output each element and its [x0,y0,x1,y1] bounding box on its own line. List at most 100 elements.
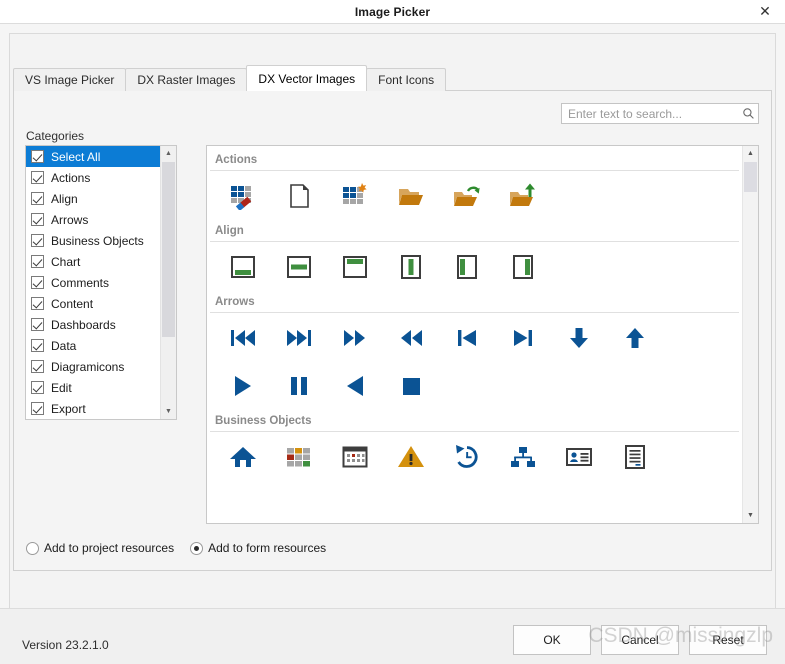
arrow-down-icon[interactable] [551,319,607,357]
category-label: Data [51,338,77,353]
new-icon[interactable] [327,177,383,215]
ok-button[interactable]: OK [513,625,591,655]
checkbox-icon[interactable] [31,276,44,289]
radio-icon-selected[interactable] [190,541,204,555]
category-item-edit[interactable]: Edit [26,377,160,398]
category-label: Export [51,401,86,416]
home-icon[interactable] [215,438,271,476]
category-item-export[interactable]: Export [26,398,160,419]
scrollbar-thumb[interactable] [744,162,757,192]
triangle-up-icon[interactable]: ▲ [743,146,758,161]
align-top-icon[interactable] [327,248,383,286]
stop-icon[interactable] [383,367,439,405]
search-box[interactable] [561,103,759,124]
checkbox-icon[interactable] [31,192,44,205]
window-title: Image Picker [354,4,431,19]
checkbox-icon[interactable] [31,402,44,415]
gallery-group-header-arrows: Arrows [210,290,739,313]
category-item-data[interactable]: Data [26,335,160,356]
gallery-scroll-area: Actions Align Arrows Business Objects [207,146,742,523]
category-item-select-all[interactable]: Select All [26,146,160,167]
history-icon[interactable] [439,438,495,476]
reset-button[interactable]: Reset [689,625,767,655]
category-label: Arrows [51,212,89,227]
checkbox-icon[interactable] [31,234,44,247]
play-back-icon[interactable] [327,367,383,405]
new-document-icon[interactable] [271,177,327,215]
title-bar: Image Picker ✕ [0,0,785,24]
category-item-diagramicons[interactable]: Diagramicons [26,356,160,377]
radio-add-to-form-resources[interactable]: Add to form resources [190,541,326,555]
hierarchy-icon[interactable] [495,438,551,476]
arrow-up-icon[interactable] [607,319,663,357]
category-item-content[interactable]: Content [26,293,160,314]
checkbox-icon[interactable] [31,297,44,310]
category-item-align[interactable]: Align [26,188,160,209]
triangle-up-icon[interactable]: ▲ [161,146,176,161]
category-label: Business Objects [51,233,144,248]
checkbox-icon[interactable] [31,255,44,268]
tab-vs-image-picker[interactable]: VS Image Picker [13,68,127,91]
cancel-button[interactable]: Cancel [601,625,679,655]
category-label: Align [51,191,78,206]
tab-dx-vector-images[interactable]: DX Vector Images [246,65,368,91]
search-input[interactable] [562,106,738,121]
tab-content-panel: Categories Select All Actions Align [13,90,772,571]
warning-icon[interactable] [383,438,439,476]
checkbox-icon[interactable] [31,213,44,226]
gallery-row [207,242,742,290]
pause-icon[interactable] [271,367,327,405]
align-bottom-icon[interactable] [215,248,271,286]
align-right-icon[interactable] [495,248,551,286]
contact-card-icon[interactable] [551,438,607,476]
category-item-arrows[interactable]: Arrows [26,209,160,230]
checkbox-icon[interactable] [31,360,44,373]
radio-add-to-project-resources[interactable]: Add to project resources [26,541,174,555]
calendar-icon[interactable] [327,438,383,476]
checkbox-icon[interactable] [31,339,44,352]
open-folder-icon[interactable] [383,177,439,215]
category-item-chart[interactable]: Chart [26,251,160,272]
checkbox-icon[interactable] [31,381,44,394]
tab-font-icons[interactable]: Font Icons [366,68,447,91]
icon-gallery[interactable]: Actions Align Arrows Business Objects ▲ … [206,145,759,524]
document-icon[interactable] [607,438,663,476]
scrollbar-thumb[interactable] [162,162,175,337]
align-left-icon[interactable] [439,248,495,286]
rewind-icon[interactable] [383,319,439,357]
categories-scrollbar[interactable]: ▲ ▼ [160,146,176,419]
checkbox-icon[interactable] [31,150,44,163]
triangle-down-icon[interactable]: ▼ [161,404,176,419]
tab-dx-raster-images[interactable]: DX Raster Images [125,68,248,91]
category-item-business-objects[interactable]: Business Objects [26,230,160,251]
clear-icon[interactable] [215,177,271,215]
align-horizontal-center-icon[interactable] [383,248,439,286]
play-icon[interactable] [215,367,271,405]
radio-label: Add to project resources [44,541,175,555]
categories-label: Categories [26,129,85,143]
gallery-row [207,361,742,409]
gallery-scrollbar[interactable]: ▲ ▼ [742,146,758,523]
radio-label: Add to form resources [208,541,327,555]
checkbox-icon[interactable] [31,171,44,184]
rewind-begin-icon[interactable] [215,319,271,357]
categories-list[interactable]: Select All Actions Align Arrows Business… [25,145,177,420]
align-vertical-center-icon[interactable] [271,248,327,286]
category-item-actions[interactable]: Actions [26,167,160,188]
triangle-down-icon[interactable]: ▼ [743,508,758,523]
gallery-row [207,171,742,219]
close-icon[interactable]: ✕ [745,0,785,23]
fast-forward-icon[interactable] [327,319,383,357]
checkbox-icon[interactable] [31,318,44,331]
prev-track-icon[interactable] [439,319,495,357]
open-folder-upload-icon[interactable] [495,177,551,215]
category-item-comments[interactable]: Comments [26,272,160,293]
radio-icon[interactable] [26,541,39,555]
category-item-dashboards[interactable]: Dashboards [26,314,160,335]
fast-forward-end-icon[interactable] [271,319,327,357]
dialog-footer: Version 23.2.1.0 OK Cancel Reset CSDN @m… [0,608,785,664]
next-track-icon[interactable] [495,319,551,357]
search-icon[interactable] [738,104,758,123]
apps-grid-icon[interactable] [271,438,327,476]
open-folder-refresh-icon[interactable] [439,177,495,215]
